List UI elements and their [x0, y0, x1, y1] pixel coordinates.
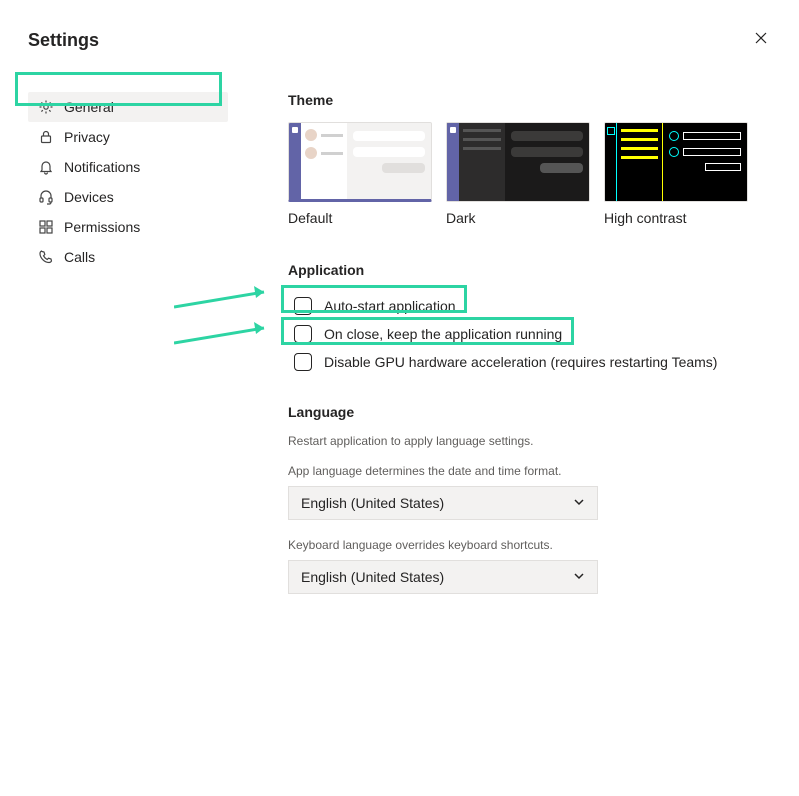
phone-icon	[38, 249, 54, 265]
app-language-value: English (United States)	[301, 495, 444, 511]
theme-heading: Theme	[288, 92, 771, 108]
sidebar-item-label: Calls	[64, 249, 95, 265]
theme-options: Default Dark	[288, 122, 771, 226]
lock-icon	[38, 129, 54, 145]
sidebar-item-label: General	[64, 99, 114, 115]
sidebar: General Privacy Notifications Devices	[28, 92, 228, 612]
gear-icon	[38, 99, 54, 115]
sidebar-item-label: Permissions	[64, 219, 140, 235]
theme-option-high-contrast[interactable]: High contrast	[604, 122, 748, 226]
app-language-label: App language determines the date and tim…	[288, 464, 771, 478]
checkbox-on-close-keep-running[interactable]: On close, keep the application running	[288, 320, 771, 348]
sidebar-item-devices[interactable]: Devices	[28, 182, 228, 212]
sidebar-item-label: Notifications	[64, 159, 140, 175]
chevron-down-icon	[573, 569, 585, 585]
theme-option-default[interactable]: Default	[288, 122, 432, 226]
theme-thumb-default	[288, 122, 432, 202]
checkbox-label: Auto-start application	[324, 298, 456, 314]
app-icon	[38, 219, 54, 235]
sidebar-item-general[interactable]: General	[28, 92, 228, 122]
close-icon	[755, 32, 767, 44]
sidebar-item-label: Devices	[64, 189, 114, 205]
sidebar-item-privacy[interactable]: Privacy	[28, 122, 228, 152]
checkbox-auto-start[interactable]: Auto-start application	[288, 292, 771, 320]
theme-label: High contrast	[604, 210, 748, 226]
keyboard-language-value: English (United States)	[301, 569, 444, 585]
theme-option-dark[interactable]: Dark	[446, 122, 590, 226]
close-button[interactable]	[751, 28, 771, 52]
theme-label: Default	[288, 210, 432, 226]
theme-thumb-dark	[446, 122, 590, 202]
checkbox-label: Disable GPU hardware acceleration (requi…	[324, 354, 717, 370]
keyboard-language-select[interactable]: English (United States)	[288, 560, 598, 594]
language-restart-hint: Restart application to apply language se…	[288, 434, 771, 448]
sidebar-item-notifications[interactable]: Notifications	[28, 152, 228, 182]
checkbox-label: On close, keep the application running	[324, 326, 562, 342]
page-title: Settings	[28, 30, 99, 51]
app-language-select[interactable]: English (United States)	[288, 486, 598, 520]
chevron-down-icon	[573, 495, 585, 511]
checkbox-icon	[294, 325, 312, 343]
theme-thumb-high-contrast	[604, 122, 748, 202]
language-heading: Language	[288, 404, 771, 420]
headset-icon	[38, 189, 54, 205]
sidebar-item-calls[interactable]: Calls	[28, 242, 228, 272]
keyboard-language-label: Keyboard language overrides keyboard sho…	[288, 538, 771, 552]
checkbox-disable-gpu[interactable]: Disable GPU hardware acceleration (requi…	[288, 348, 771, 376]
sidebar-item-permissions[interactable]: Permissions	[28, 212, 228, 242]
checkbox-icon	[294, 353, 312, 371]
theme-label: Dark	[446, 210, 590, 226]
application-heading: Application	[288, 262, 771, 278]
bell-icon	[38, 159, 54, 175]
checkbox-icon	[294, 297, 312, 315]
sidebar-item-label: Privacy	[64, 129, 110, 145]
